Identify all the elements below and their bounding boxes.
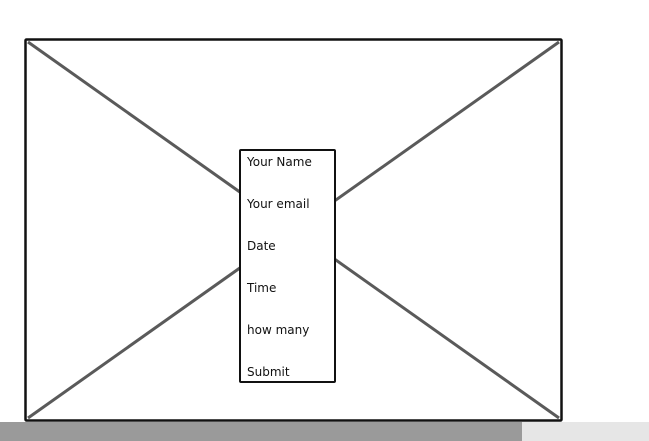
booking-form: Your Name Your email Date Time how many … [239,149,336,383]
scrollbar-thumb[interactable] [0,422,522,441]
guest-count-field[interactable]: how many [247,323,309,337]
time-field[interactable]: Time [247,281,276,295]
date-field[interactable]: Date [247,239,276,253]
horizontal-scrollbar[interactable] [0,422,649,441]
name-field[interactable]: Your Name [247,155,312,169]
email-field[interactable]: Your email [247,197,310,211]
submit-button[interactable]: Submit [247,365,290,379]
